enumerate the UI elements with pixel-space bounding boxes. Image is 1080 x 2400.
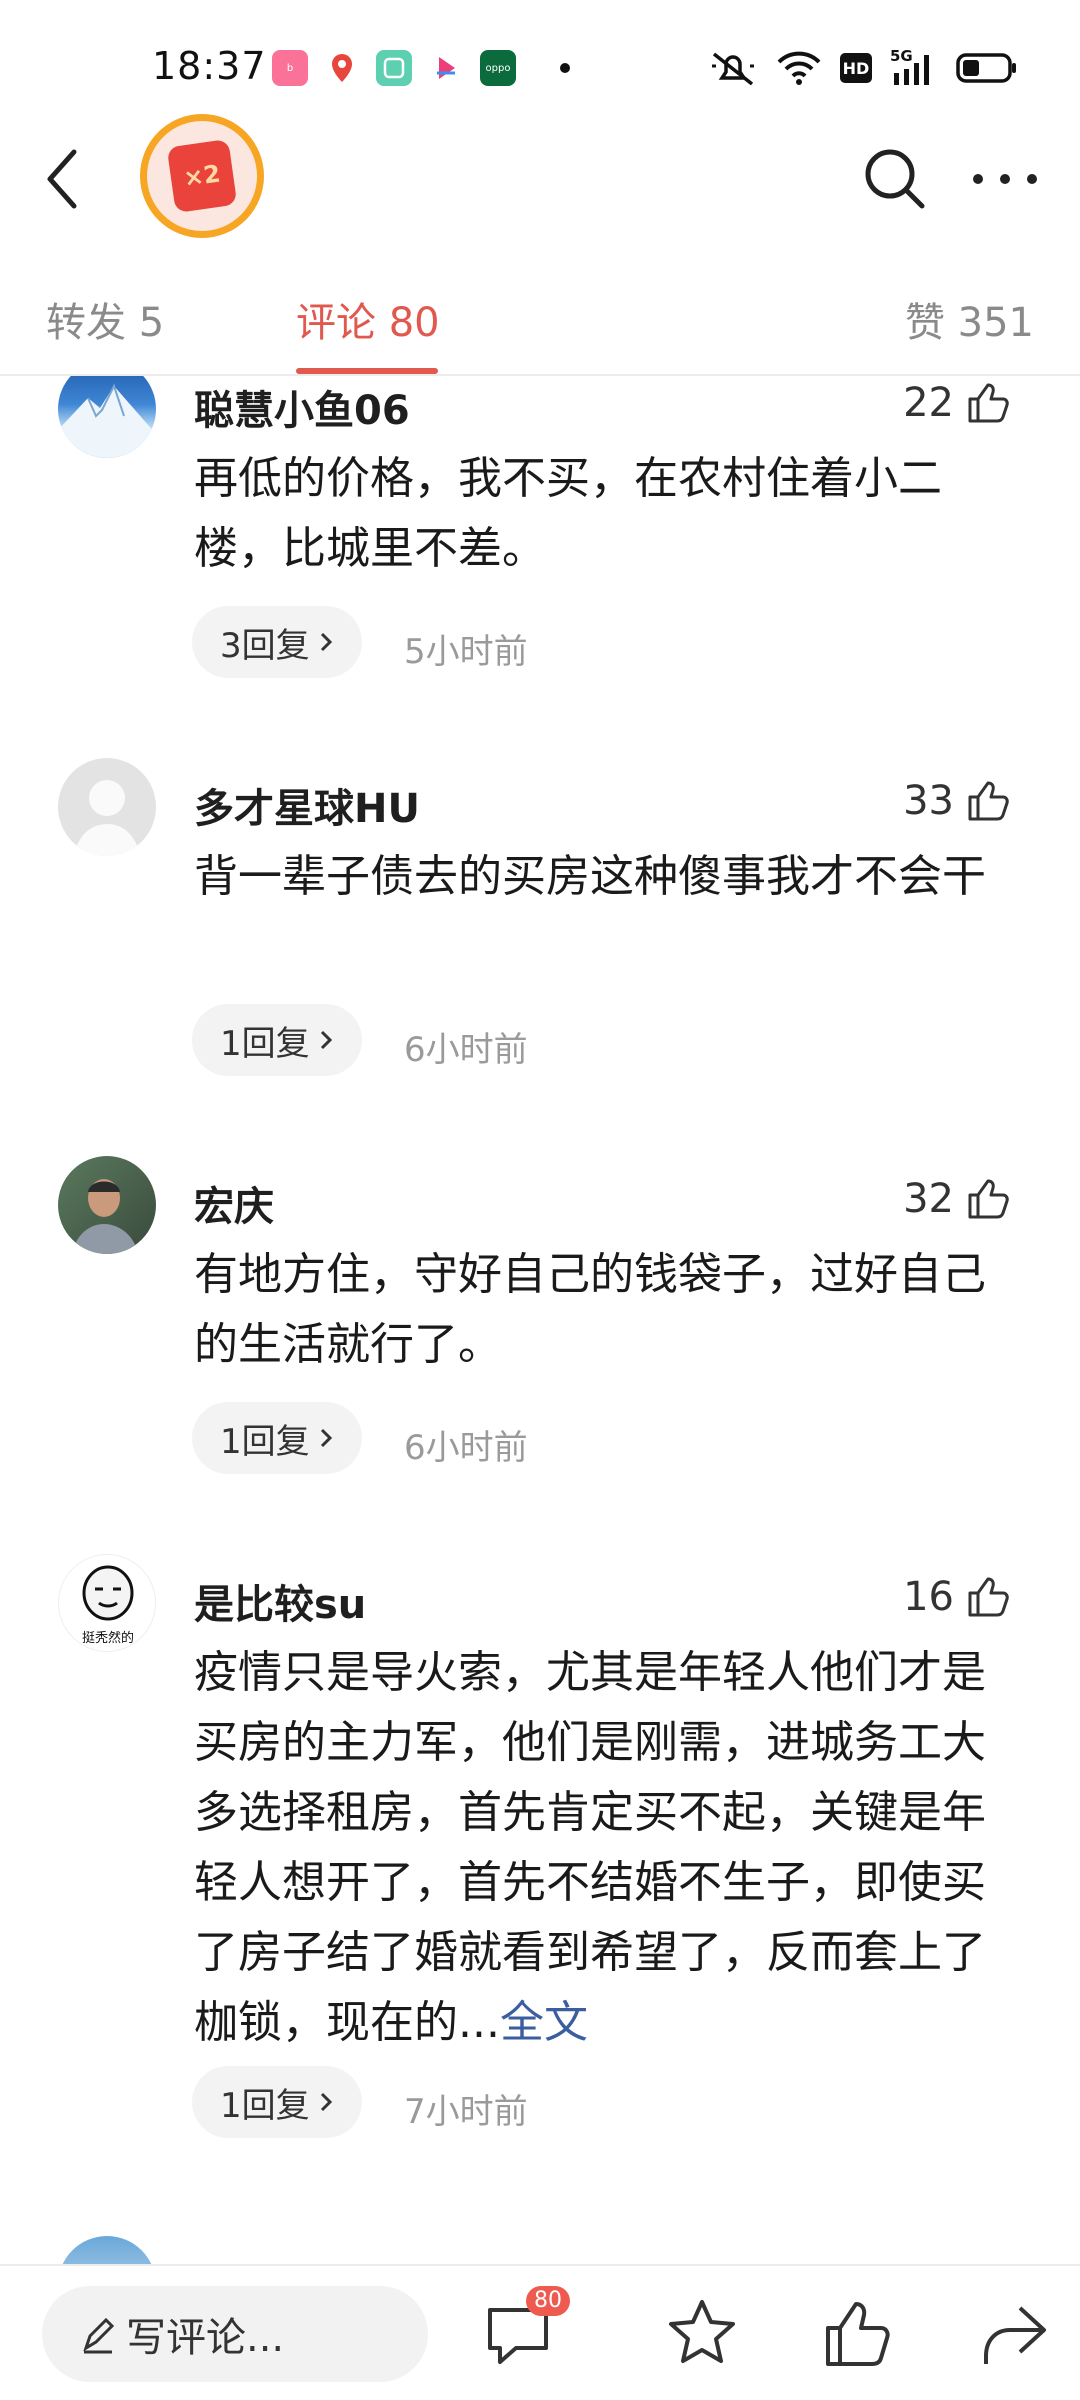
reward-badge[interactable]: ×2 [140, 114, 264, 238]
comment-count-badge: 80 [526, 2286, 570, 2316]
avatar[interactable]: 挺秃然的 [58, 1554, 156, 1652]
comment-author[interactable]: 是比较su [194, 1572, 366, 1630]
like-control[interactable]: 33 [903, 778, 1010, 824]
chevron-right-icon [320, 2092, 332, 2112]
thumbs-up-icon [968, 1577, 1009, 1617]
reply-count: 1回复 [220, 1023, 310, 1064]
like-count: 22 [903, 380, 954, 426]
pencil-icon [83, 2317, 115, 2354]
like-control[interactable]: 32 [903, 1176, 1010, 1222]
tab-bar: 转发 5 评论 80 赞 351 [0, 270, 1080, 376]
thumbs-up-icon [968, 1179, 1009, 1219]
search-icon[interactable] [860, 144, 930, 214]
avatar-caption: 挺秃然的 [81, 1631, 134, 1646]
comment-text-body: 疫情只是导火索，尤其是年轻人他们才是买房的主力军，他们是刚需，进城务工大多选择租… [194, 1647, 986, 2048]
map-pin-icon [324, 50, 360, 86]
reply-count: 3回复 [220, 625, 310, 666]
comment-text: 有地方住，守好自己的钱袋子，过好自己的生活就行了。 [194, 1249, 986, 1370]
share-icon[interactable] [976, 2296, 1052, 2372]
back-arrow-icon[interactable] [38, 144, 88, 214]
comment-list[interactable]: 聪慧小鱼06 22 再低的价格，我不买，在农村住着小二楼，比城里不差。 3回复 … [0, 376, 1080, 2266]
avatar[interactable] [58, 758, 156, 856]
chevron-right-icon [320, 1428, 332, 1448]
comment-text: 再低的价格，我不买，在农村住着小二楼，比城里不差。 [194, 453, 942, 574]
avatar[interactable] [58, 376, 156, 458]
reply-count-button[interactable]: 1回复 [192, 1402, 362, 1474]
red-envelope-icon: ×2 [166, 139, 238, 213]
active-tab-indicator [296, 368, 438, 374]
like-count: 32 [903, 1176, 954, 1222]
avatar[interactable] [58, 2236, 156, 2266]
tab-comments[interactable]: 评论 80 [296, 290, 440, 348]
reply-count-button[interactable]: 3回复 [192, 606, 362, 678]
notification-icons: b oppo [272, 50, 570, 86]
avatar[interactable] [58, 1156, 156, 1254]
chevron-right-icon [320, 632, 332, 652]
hd-icon: HD [840, 53, 872, 83]
battery-icon [956, 53, 1016, 83]
tab-likes[interactable]: 赞 351 [905, 290, 1034, 348]
oppo-icon: oppo [480, 50, 516, 86]
reply-count: 1回复 [220, 2085, 310, 2126]
comment-time: 6小时前 [404, 1428, 528, 1468]
thumbs-up-icon [968, 781, 1009, 821]
like-control[interactable]: 16 [903, 1574, 1010, 1620]
more-notifications-dot [560, 63, 570, 73]
bilibili-icon: b [272, 50, 308, 86]
reply-count-button[interactable]: 1回复 [192, 1004, 362, 1076]
comment-author[interactable]: 宏庆 [194, 1174, 274, 1232]
gallery-icon [376, 50, 412, 86]
comment-text: 背一辈子债去的买房这种傻事我才不会干 [194, 851, 986, 902]
comment-author[interactable]: 多才星球HU [194, 776, 420, 834]
like-count: 33 [903, 778, 954, 824]
header: ×2 [0, 110, 1080, 240]
like-count: 16 [903, 1574, 954, 1620]
like-control[interactable]: 22 [903, 380, 1010, 426]
signal-icon: 5G [890, 47, 938, 87]
read-full-link[interactable]: 全文 [500, 1997, 588, 2048]
write-comment-placeholder: 写评论... [126, 2315, 285, 2361]
status-time: 18:37 [152, 44, 267, 88]
write-comment-input[interactable]: 写评论... [42, 2286, 428, 2382]
comment-text: 疫情只是导火索，尤其是年轻人他们才是买房的主力军，他们是刚需，进城务工大多选择租… [194, 1638, 1024, 2058]
wifi-icon [777, 51, 821, 85]
comment-time: 5小时前 [404, 632, 528, 672]
reply-count-button[interactable]: 1回复 [192, 2066, 362, 2138]
comment-time: 6小时前 [404, 1030, 528, 1070]
video-app-icon [428, 50, 464, 86]
reply-count: 1回复 [220, 1421, 310, 1462]
bottom-action-bar: 写评论... 80 [0, 2264, 1080, 2400]
badge-multiplier: ×2 [181, 159, 223, 193]
mute-icon [712, 52, 754, 86]
tab-reposts[interactable]: 转发 5 [46, 290, 164, 348]
chevron-right-icon [320, 1030, 332, 1050]
comment-time: 7小时前 [404, 2092, 528, 2132]
comment-author[interactable]: 聪慧小鱼06 [194, 378, 410, 436]
thumbs-up-icon [968, 383, 1009, 423]
more-icon[interactable] [970, 166, 1040, 192]
system-icons: HD 5G [708, 47, 1018, 88]
star-icon[interactable] [664, 2296, 740, 2372]
thumbs-up-icon[interactable] [820, 2296, 896, 2372]
